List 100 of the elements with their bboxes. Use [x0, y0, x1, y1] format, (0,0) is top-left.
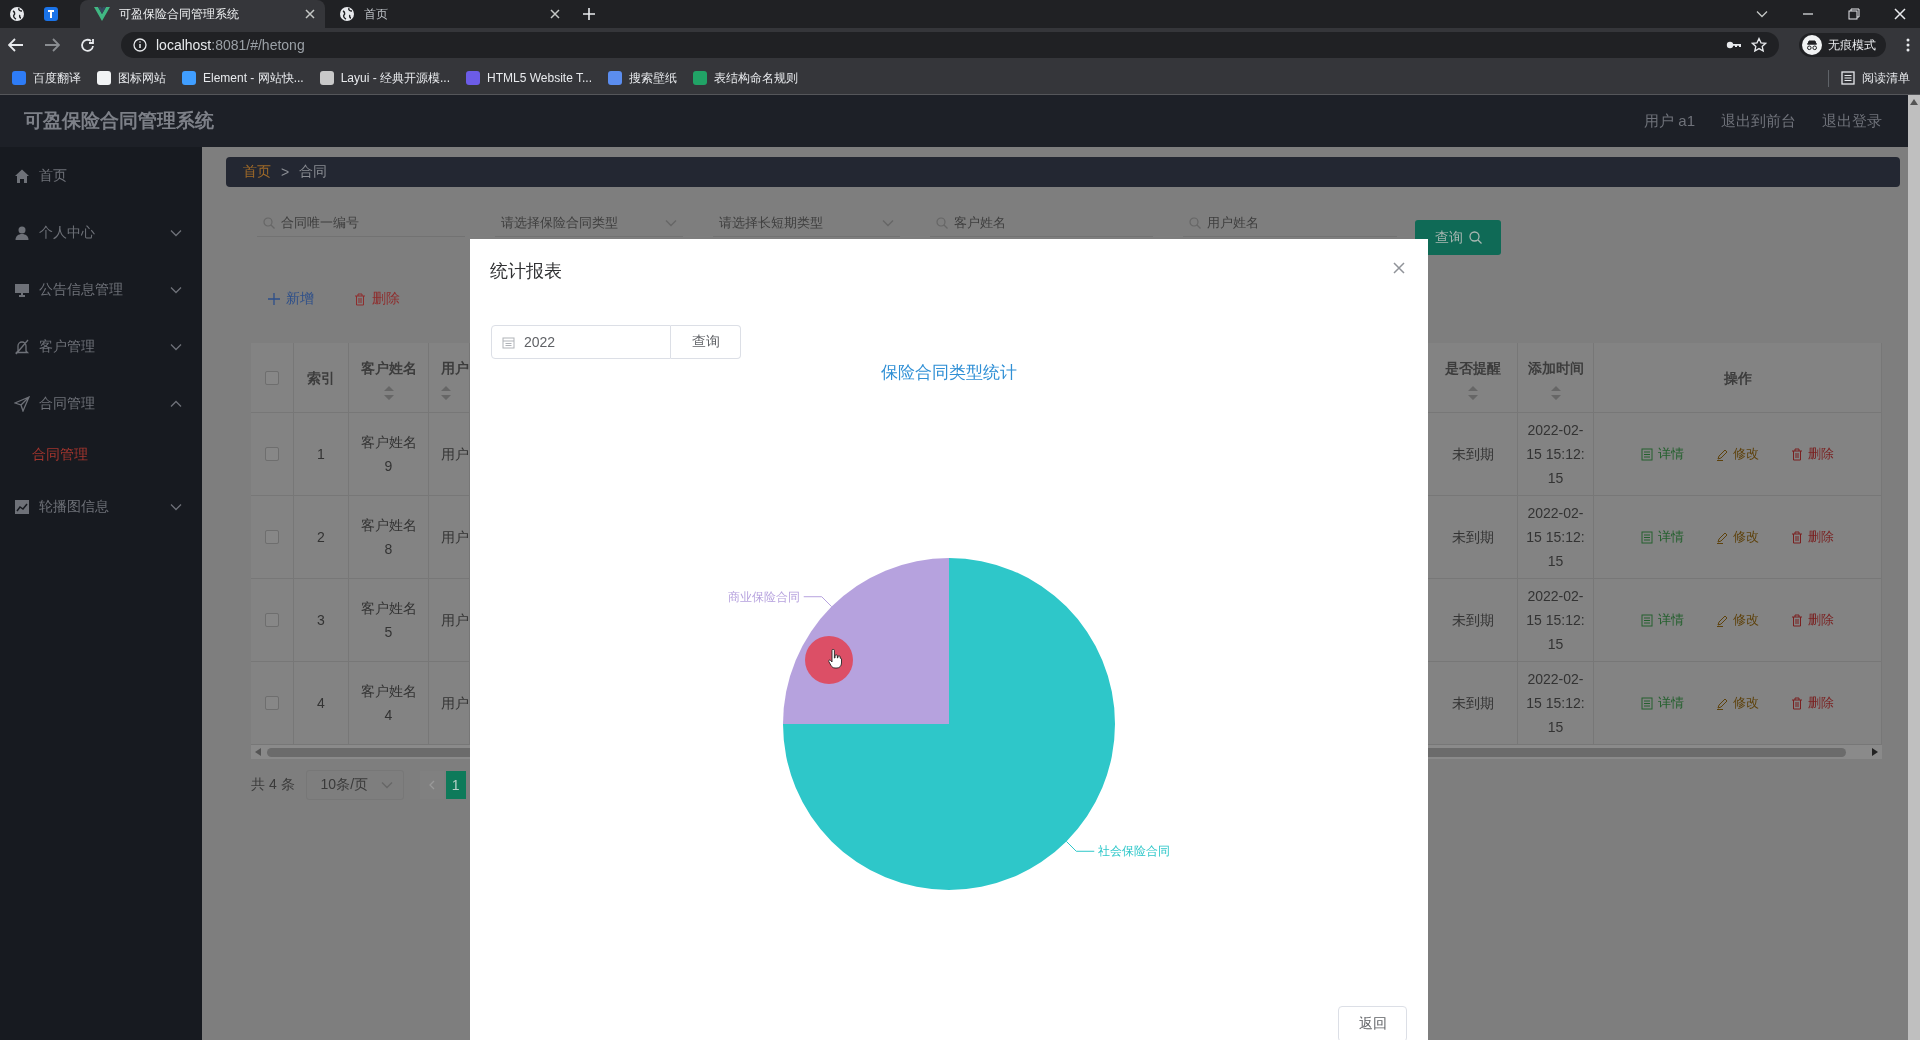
restore-icon[interactable] [1848, 8, 1860, 20]
delete-button[interactable]: 删除 [354, 290, 400, 308]
sidebar-item[interactable]: 个人中心 [0, 204, 202, 261]
scroll-right-icon[interactable] [1872, 748, 1878, 756]
page-scrollbar[interactable] [1908, 95, 1920, 1040]
sidebar-item[interactable]: 轮播图信息 [0, 478, 202, 535]
site-icon [608, 71, 622, 85]
search-field[interactable]: 客户姓名 [930, 209, 1153, 237]
list-icon [1841, 71, 1855, 85]
document-icon [1641, 613, 1653, 627]
back-arrow-icon[interactable] [8, 38, 24, 52]
year-field[interactable]: 2022 [491, 325, 671, 359]
pencil-icon [1716, 530, 1728, 544]
info-icon[interactable] [133, 38, 147, 52]
browser-tab[interactable]: 可盈保险合同管理系统 [80, 0, 325, 28]
delete-link[interactable]: 删除 [1791, 525, 1834, 549]
trash-icon [1791, 613, 1803, 627]
search-button[interactable]: 查询 [1415, 220, 1501, 255]
send-icon [14, 395, 30, 412]
key-icon[interactable] [1726, 40, 1742, 50]
back-button[interactable]: 返回 [1338, 1006, 1407, 1040]
column-header[interactable]: 客户姓名 [349, 343, 429, 413]
close-icon[interactable] [305, 9, 315, 19]
user-name: 用户 a1 [1644, 111, 1695, 131]
address-bar[interactable]: localhost:8081/#/hetong [121, 32, 1779, 58]
home-icon [14, 167, 30, 184]
add-button[interactable]: 新增 [268, 290, 314, 308]
sidebar-item[interactable]: 合同管理 [0, 432, 202, 478]
breadcrumb-item: 合同 [299, 163, 328, 181]
detail-link[interactable]: 详情 [1641, 442, 1684, 466]
breadcrumb-item[interactable]: 首页 [243, 163, 271, 181]
edit-link[interactable]: 修改 [1716, 608, 1759, 632]
query-button[interactable]: 查询 [671, 325, 741, 359]
bookmark[interactable]: 百度翻译 [4, 66, 89, 90]
scroll-left-icon[interactable] [255, 748, 261, 756]
forward-arrow-icon[interactable] [44, 38, 60, 52]
bookmark[interactable]: 表结构命名规则 [685, 66, 806, 90]
chart-title: 保险合同类型统计 [881, 363, 1017, 382]
edit-link[interactable]: 修改 [1716, 442, 1759, 466]
edit-link[interactable]: 修改 [1716, 691, 1759, 715]
sidebar-item[interactable]: 公告信息管理 [0, 261, 202, 318]
pin-tab-icon[interactable] [43, 6, 59, 22]
site-icon [466, 71, 481, 85]
delete-link[interactable]: 删除 [1791, 691, 1834, 715]
bell-off-icon [14, 338, 30, 355]
bookmark[interactable]: 图标网站 [89, 66, 174, 90]
profile-button[interactable]: 无痕模式 [1799, 33, 1886, 57]
bookmark[interactable]: Element - 网站快... [174, 66, 312, 90]
leader-line [1065, 840, 1095, 852]
search-icon [1189, 216, 1201, 229]
breadcrumb-separator: > [281, 164, 290, 180]
sidebar-item[interactable]: 首页 [0, 147, 202, 204]
column-header[interactable]: 添加时间 [1518, 343, 1594, 413]
sidebar-item[interactable]: 合同管理 [0, 375, 202, 432]
trash-icon [1791, 696, 1803, 710]
pencil-icon [1716, 696, 1728, 710]
browser-tab[interactable]: 首页 [325, 0, 570, 28]
header-link[interactable]: 退出登录 [1822, 111, 1882, 131]
sidebar-item[interactable]: 客户管理 [0, 318, 202, 375]
detail-link[interactable]: 详情 [1641, 525, 1684, 549]
delete-link[interactable]: 删除 [1791, 442, 1834, 466]
table-cell: 1 [294, 413, 349, 496]
table-cell: 2022-02-15 15:12:15 [1518, 413, 1594, 496]
reading-list-button[interactable]: 阅读清单 [1828, 69, 1916, 87]
select-field[interactable]: 请选择保险合同类型 [495, 209, 683, 237]
search-icon [1468, 231, 1482, 244]
new-tab-icon[interactable] [582, 7, 596, 21]
bookmark[interactable]: HTML5 Website T... [458, 66, 600, 90]
site-icon [182, 71, 196, 85]
star-icon[interactable] [1751, 37, 1767, 53]
close-icon[interactable] [550, 9, 560, 19]
trash-icon [1791, 447, 1803, 461]
reload-icon[interactable] [80, 37, 95, 53]
select-field[interactable]: 请选择长短期类型 [713, 209, 900, 237]
checkbox[interactable] [265, 530, 279, 544]
page-size-select[interactable]: 10条/页 [305, 770, 404, 800]
detail-link[interactable]: 详情 [1641, 608, 1684, 632]
menu-icon[interactable] [1906, 38, 1910, 52]
pencil-icon [1716, 447, 1728, 461]
checkbox[interactable] [265, 447, 279, 461]
total-count: 共 4 条 [251, 776, 295, 794]
edit-link[interactable]: 修改 [1716, 525, 1759, 549]
scroll-up-icon[interactable] [1910, 99, 1918, 105]
table-cell: 客户姓名8 [349, 496, 429, 579]
monitor-icon [14, 281, 30, 298]
page-button[interactable]: 1 [445, 771, 466, 799]
checkbox[interactable] [265, 370, 279, 385]
site-icon [97, 71, 111, 85]
incognito-icon [1802, 35, 1822, 55]
trash-icon [354, 292, 366, 306]
tab-search-icon [1756, 10, 1768, 18]
dialog-title: 统计报表 [490, 260, 562, 283]
checkbox[interactable] [265, 696, 279, 710]
header-link[interactable]: 退出到前台 [1721, 111, 1796, 131]
checkbox[interactable] [265, 613, 279, 627]
detail-link[interactable]: 详情 [1641, 691, 1684, 715]
delete-link[interactable]: 删除 [1791, 608, 1834, 632]
bookmark[interactable]: 搜索壁纸 [600, 66, 685, 90]
bookmark[interactable]: Layui - 经典开源模... [311, 66, 459, 90]
search-field[interactable]: 用户姓名 [1183, 209, 1397, 237]
